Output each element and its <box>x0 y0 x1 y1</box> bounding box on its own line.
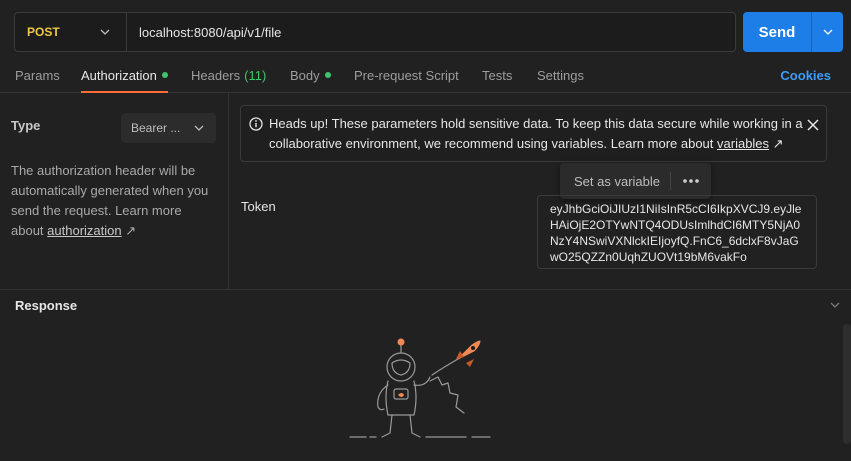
cookies-link[interactable]: Cookies <box>780 58 831 92</box>
tab-tests[interactable]: Tests <box>482 58 512 92</box>
tab-label: Tests <box>482 67 513 83</box>
tab-pre-request-script[interactable]: Pre-request Script <box>354 58 459 92</box>
request-tabs: Params Authorization Headers (11) Body P… <box>0 58 851 93</box>
scrollbar[interactable] <box>843 324 851 444</box>
sensitive-data-alert: Heads up! These parameters hold sensitiv… <box>240 105 827 162</box>
method-select[interactable]: POST <box>15 13 127 51</box>
headers-count: (11) <box>244 67 267 83</box>
tab-headers[interactable]: Headers (11) <box>191 58 266 92</box>
variables-link[interactable]: variables <box>717 136 769 151</box>
method-label: POST <box>27 25 60 39</box>
tab-settings[interactable]: Settings <box>537 58 584 92</box>
auth-type-panel: Type Bearer ... The authorization header… <box>0 93 229 289</box>
response-title: Response <box>15 298 78 313</box>
url-input[interactable]: localhost:8080/api/v1/file <box>127 25 281 40</box>
more-options-icon[interactable] <box>681 178 701 184</box>
send-button[interactable]: Send <box>743 12 811 52</box>
tab-label: Params <box>15 67 60 83</box>
chevron-down-icon <box>100 29 110 35</box>
tab-label: Settings <box>537 67 584 83</box>
chevron-down-icon <box>194 125 204 131</box>
tab-authorization[interactable]: Authorization <box>81 58 168 93</box>
tab-params[interactable]: Params <box>15 58 60 92</box>
tab-label: Body <box>290 67 320 83</box>
chevron-down-icon <box>823 29 832 35</box>
token-input[interactable]: eyJhbGciOiJIUzI1NiIsInR5cCI6IkpXVCJ9.eyJ… <box>537 195 817 269</box>
authorization-link[interactable]: authorization <box>47 223 121 238</box>
tab-label: Authorization <box>81 67 157 83</box>
external-link-icon: ↗ <box>772 136 784 151</box>
set-variable-popup: Set as variable <box>560 163 711 199</box>
chevron-down-icon[interactable] <box>830 302 840 308</box>
tab-label: Pre-request Script <box>354 67 459 83</box>
send-group: Send <box>743 12 843 52</box>
auth-type-value: Bearer ... <box>131 121 181 135</box>
close-icon[interactable] <box>806 118 820 132</box>
astronaut-rocket-illustration <box>349 338 491 438</box>
type-label: Type <box>11 118 41 133</box>
divider <box>670 172 671 190</box>
auth-type-select[interactable]: Bearer ... <box>121 113 216 143</box>
token-label: Token <box>241 199 276 214</box>
status-dot <box>161 72 168 78</box>
auth-description: The authorization header will be automat… <box>11 161 217 241</box>
tab-label: Headers <box>191 67 241 83</box>
set-as-variable-button[interactable]: Set as variable <box>560 174 670 189</box>
status-dot <box>324 72 331 78</box>
info-icon <box>249 117 263 131</box>
request-bar: POST localhost:8080/api/v1/file <box>14 12 736 52</box>
response-panel: Response <box>0 289 851 461</box>
tab-body[interactable]: Body <box>290 58 331 92</box>
alert-message: Heads up! These parameters hold sensitiv… <box>269 114 804 154</box>
rocket-icon <box>456 340 481 367</box>
external-link-icon: ↗ <box>125 223 137 238</box>
send-options-button[interactable] <box>811 12 843 52</box>
